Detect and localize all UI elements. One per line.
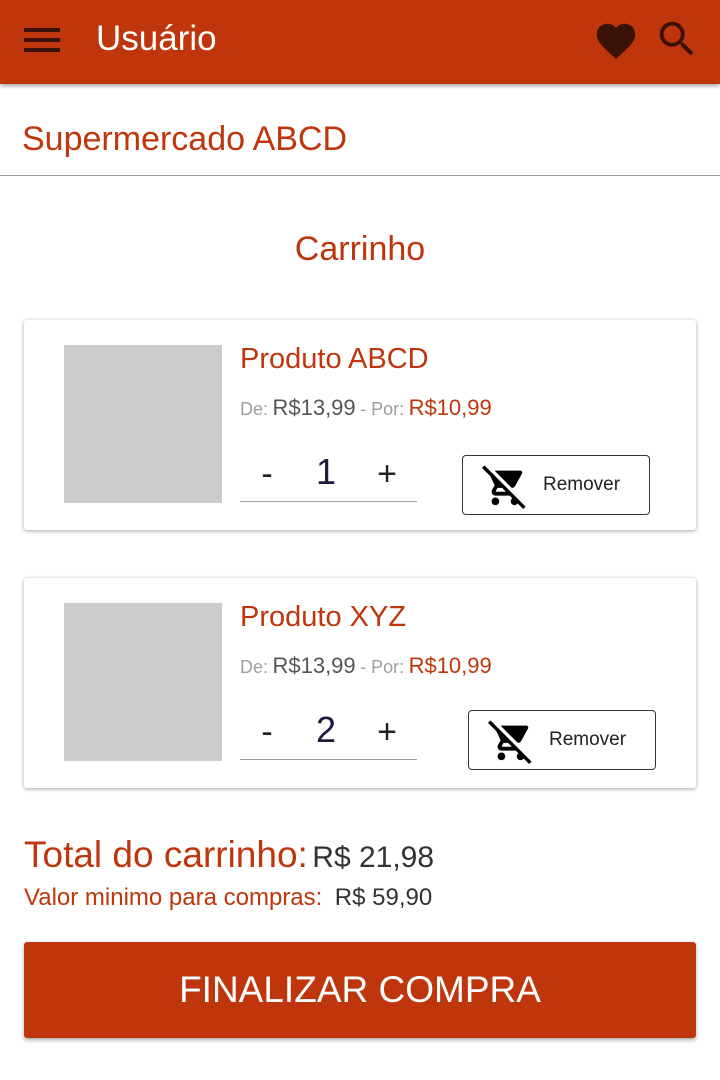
divider: [0, 175, 720, 176]
remove-button[interactable]: Remover: [468, 710, 656, 770]
price-to: R$10,99: [408, 653, 492, 678]
product-image: [64, 603, 222, 761]
app-bar: Usuário: [0, 0, 720, 84]
increase-quantity-button[interactable]: +: [370, 710, 404, 754]
remove-shopping-cart-icon: [488, 720, 532, 764]
page-title: Usuário: [96, 19, 217, 58]
price-from: R$13,99: [272, 653, 356, 678]
price-from: R$13,99: [272, 395, 356, 420]
cart-title: Carrinho: [294, 230, 426, 268]
decrease-quantity-button[interactable]: -: [252, 452, 282, 496]
product-name: Produto ABCD: [240, 343, 429, 375]
price-to-label: - Por:: [360, 399, 405, 419]
decrease-quantity-button[interactable]: -: [252, 710, 282, 754]
minimum-purchase: Valor minimo para compras: R$ 59,90: [24, 882, 432, 917]
price-from-label: De:: [240, 657, 269, 677]
cart-item-card: Produto ABCD De: R$13,99 - Por: R$10,99 …: [24, 320, 696, 530]
quantity-value[interactable]: 2: [296, 706, 356, 754]
total-value: R$ 21,98: [312, 841, 435, 874]
minimum-label: Valor minimo para compras:: [24, 884, 323, 911]
quantity-stepper: - 2 +: [240, 706, 417, 760]
increase-quantity-button[interactable]: +: [370, 452, 404, 496]
price-to-label: - Por:: [360, 657, 405, 677]
remove-shopping-cart-icon: [482, 465, 526, 509]
price-from-label: De:: [240, 399, 269, 419]
product-prices: De: R$13,99 - Por: R$10,99: [240, 650, 492, 685]
cart-total: Total do carrinho: R$ 21,98: [24, 832, 434, 886]
quantity-stepper: - 1 +: [240, 448, 417, 502]
total-label: Total do carrinho:: [24, 834, 308, 875]
remove-label: Remover: [549, 729, 627, 750]
cart-item-card: Produto XYZ De: R$13,99 - Por: R$10,99 -…: [24, 578, 696, 788]
product-name: Produto XYZ: [240, 601, 407, 633]
remove-button[interactable]: Remover: [462, 455, 650, 515]
store-name: Supermercado ABCD: [22, 120, 348, 158]
menu-icon[interactable]: [16, 18, 68, 62]
quantity-value[interactable]: 1: [296, 448, 356, 496]
product-prices: De: R$13,99 - Por: R$10,99: [240, 392, 492, 427]
product-image: [64, 345, 222, 503]
checkout-button[interactable]: FINALIZAR COMPRA: [24, 942, 696, 1038]
search-icon[interactable]: [654, 16, 700, 62]
minimum-value: R$ 59,90: [334, 884, 433, 911]
heart-icon[interactable]: [592, 18, 640, 64]
price-to: R$10,99: [408, 395, 492, 420]
remove-label: Remover: [543, 474, 621, 495]
